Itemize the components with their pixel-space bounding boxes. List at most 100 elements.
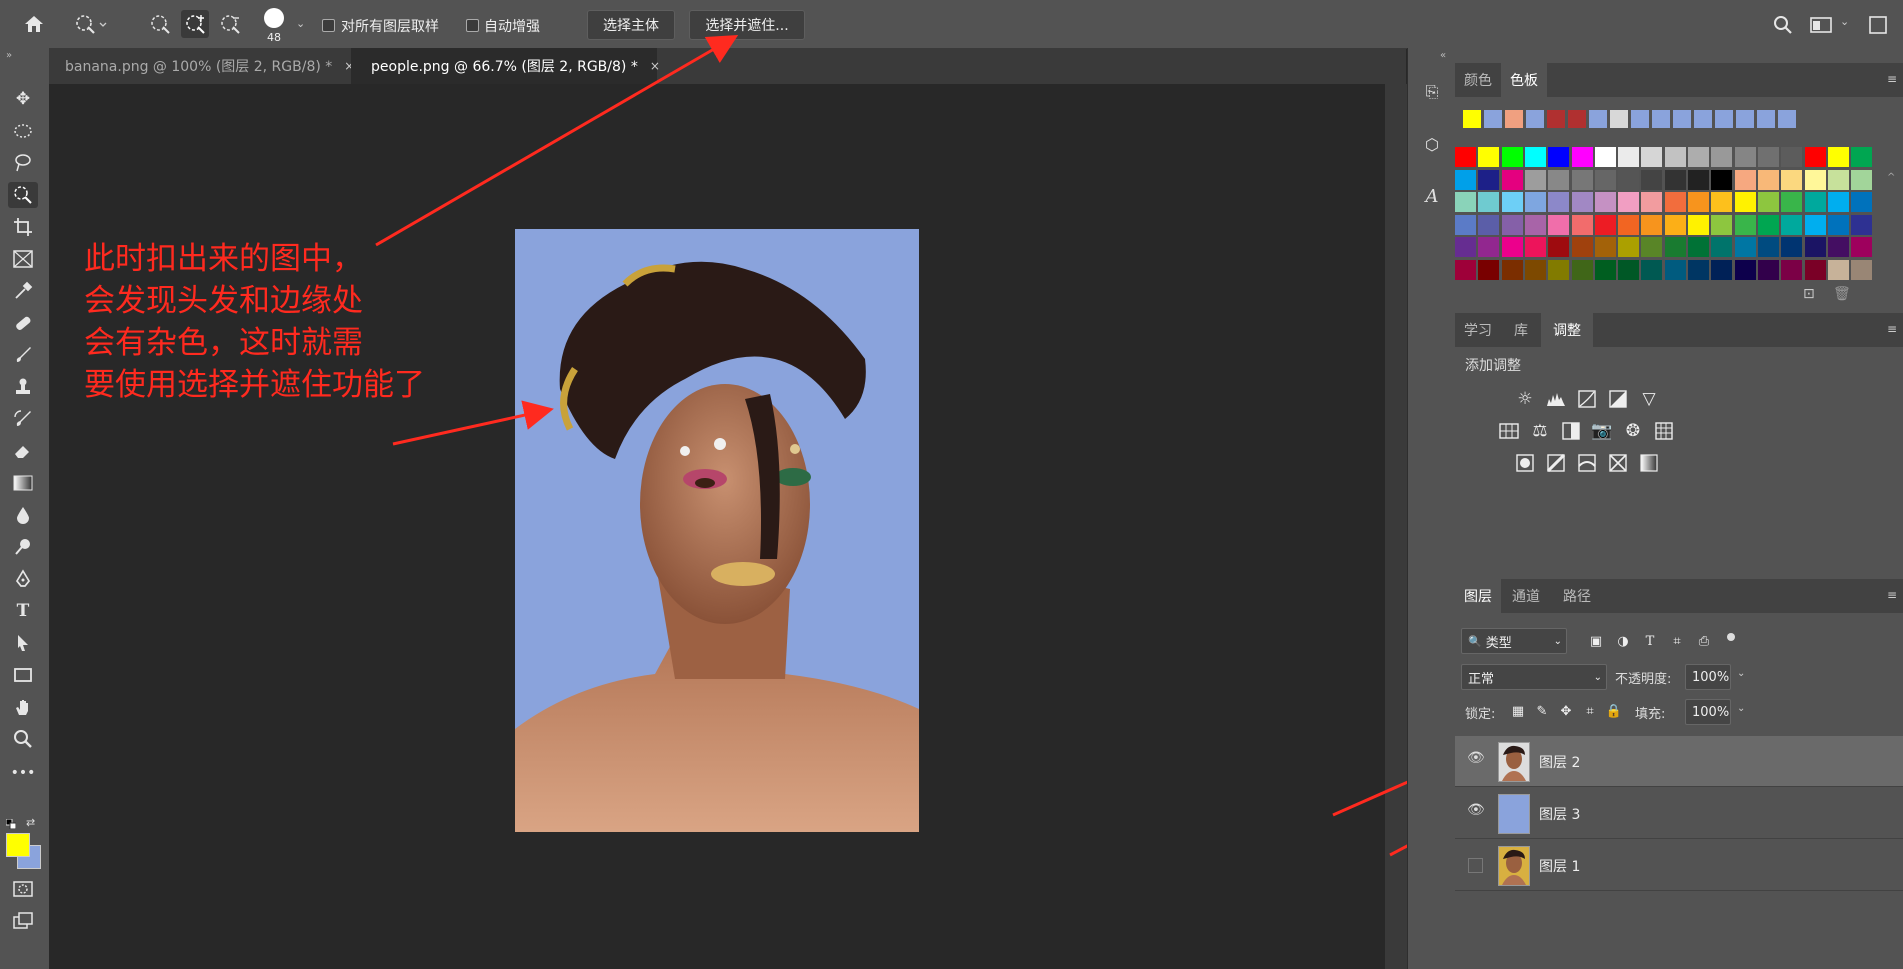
swatch[interactable] xyxy=(1711,214,1733,235)
gradient-map-icon[interactable] xyxy=(1638,452,1660,474)
workspace-chevron-icon[interactable]: ⌄ xyxy=(1840,15,1849,28)
swatch[interactable] xyxy=(1571,214,1593,235)
hand-tool-icon[interactable] xyxy=(8,694,38,720)
swatch[interactable] xyxy=(1781,214,1803,235)
color-balance-icon[interactable]: ⚖ xyxy=(1529,420,1551,442)
swatch[interactable] xyxy=(1734,259,1756,280)
swatch[interactable] xyxy=(1548,147,1570,167)
swatch[interactable] xyxy=(1757,192,1779,212)
swatch[interactable] xyxy=(1688,192,1709,212)
swatch[interactable] xyxy=(1781,169,1803,190)
select-and-mask-button[interactable]: 选择并遮住... xyxy=(689,10,805,40)
swatch[interactable] xyxy=(1827,192,1849,212)
home-icon[interactable] xyxy=(22,13,46,35)
document-image[interactable] xyxy=(515,229,919,832)
swatch[interactable] xyxy=(1851,259,1873,280)
lock-position-icon[interactable]: ✥ xyxy=(1555,700,1577,722)
scroll-up-icon[interactable]: ^ xyxy=(1887,172,1895,183)
auto-enhance-checkbox[interactable] xyxy=(466,19,479,32)
swatch[interactable] xyxy=(1641,169,1663,190)
search-icon[interactable] xyxy=(1772,14,1794,36)
swatch[interactable] xyxy=(1804,147,1826,167)
lock-transparent-icon[interactable]: ▦ xyxy=(1507,700,1529,722)
recent-swatch[interactable] xyxy=(1463,110,1481,128)
filter-smart-object-icon[interactable]: ⎙ xyxy=(1693,630,1715,652)
recent-swatch[interactable] xyxy=(1568,110,1586,128)
stamp-tool-icon[interactable] xyxy=(8,374,38,400)
swatch[interactable] xyxy=(1571,192,1593,212)
swatch[interactable] xyxy=(1548,214,1570,235)
recent-swatch[interactable] xyxy=(1547,110,1565,128)
swatch[interactable] xyxy=(1594,169,1616,190)
filter-pixel-icon[interactable]: ▣ xyxy=(1585,630,1607,652)
photo-filter-icon[interactable]: 📷 xyxy=(1591,420,1613,442)
swatch[interactable] xyxy=(1711,192,1733,212)
chevron-down-icon[interactable]: ⌄ xyxy=(296,17,305,30)
swatch[interactable] xyxy=(1455,192,1476,212)
tab-people[interactable]: people.png @ 66.7% (图层 2, RGB/8) * × xyxy=(351,48,660,84)
foreground-color-swatch[interactable] xyxy=(6,833,30,857)
swatch[interactable] xyxy=(1478,169,1500,190)
layer-row-3[interactable]: 👁 图层 3 xyxy=(1455,788,1903,839)
swatch[interactable] xyxy=(1781,237,1803,257)
swatch[interactable] xyxy=(1757,237,1779,257)
swatch[interactable] xyxy=(1618,259,1640,280)
type-tool-icon[interactable]: T xyxy=(8,598,38,624)
swatch[interactable] xyxy=(1524,169,1546,190)
brush-size-preview-icon[interactable] xyxy=(264,8,284,28)
vertical-scrollbar[interactable] xyxy=(1385,84,1407,969)
quick-mask-icon[interactable] xyxy=(8,876,38,902)
swatch[interactable] xyxy=(1664,259,1686,280)
channel-mixer-icon[interactable]: ❂ xyxy=(1622,420,1644,442)
swatch[interactable] xyxy=(1524,237,1546,257)
swatch[interactable] xyxy=(1664,192,1686,212)
swatch[interactable] xyxy=(1664,147,1686,167)
swatch[interactable] xyxy=(1711,259,1733,280)
swatch[interactable] xyxy=(1734,192,1756,212)
chevron-down-icon[interactable]: ⌄ xyxy=(1737,668,1745,679)
recent-swatch[interactable] xyxy=(1652,110,1670,128)
lock-all-icon[interactable]: 🔒 xyxy=(1603,700,1625,722)
swatch[interactable] xyxy=(1594,147,1616,167)
swatch[interactable] xyxy=(1827,169,1849,190)
tab-layers[interactable]: 图层 xyxy=(1455,579,1501,613)
tab-library[interactable]: 库 xyxy=(1501,313,1541,347)
swatch[interactable] xyxy=(1618,169,1640,190)
swatch[interactable] xyxy=(1455,147,1476,167)
swatch[interactable] xyxy=(1571,259,1593,280)
tab-banana[interactable]: banana.png @ 100% (图层 2, RGB/8) * × xyxy=(49,48,354,84)
swatch[interactable] xyxy=(1757,259,1779,280)
brush-tool-icon[interactable] xyxy=(8,342,38,368)
swatch[interactable] xyxy=(1757,169,1779,190)
swatch[interactable] xyxy=(1501,237,1523,257)
swatch[interactable] xyxy=(1851,169,1873,190)
gradient-tool-icon[interactable] xyxy=(8,470,38,496)
tab-learn[interactable]: 学习 xyxy=(1455,313,1501,347)
filter-toggle-icon[interactable] xyxy=(1727,633,1735,641)
swatch[interactable] xyxy=(1455,214,1476,235)
swatch[interactable] xyxy=(1734,237,1756,257)
swatch[interactable] xyxy=(1524,259,1546,280)
swatch[interactable] xyxy=(1804,237,1826,257)
swatch[interactable] xyxy=(1478,237,1500,257)
swatch[interactable] xyxy=(1711,169,1733,190)
new-swatch-icon[interactable]: ⊡ xyxy=(1803,286,1815,302)
opacity-input[interactable]: 100% xyxy=(1685,664,1731,690)
swatch[interactable] xyxy=(1501,259,1523,280)
swatch[interactable] xyxy=(1711,147,1733,167)
lock-artboard-icon[interactable]: ⌗ xyxy=(1579,700,1601,722)
swatch[interactable] xyxy=(1594,237,1616,257)
swatch[interactable] xyxy=(1757,147,1779,167)
black-white-icon[interactable] xyxy=(1560,420,1582,442)
selective-color-icon[interactable] xyxy=(1607,452,1629,474)
swatch[interactable] xyxy=(1664,237,1686,257)
hue-saturation-icon[interactable] xyxy=(1498,420,1520,442)
fill-input[interactable]: 100% xyxy=(1685,699,1731,725)
3d-panel-icon[interactable]: ⬡ xyxy=(1418,130,1446,158)
swatch[interactable] xyxy=(1641,214,1663,235)
invert-icon[interactable] xyxy=(1514,452,1536,474)
swatch[interactable] xyxy=(1455,169,1476,190)
sample-all-layers-checkbox[interactable] xyxy=(322,19,335,32)
filter-adjustment-icon[interactable]: ◑ xyxy=(1612,630,1634,652)
eyedropper-tool-icon[interactable] xyxy=(8,278,38,304)
